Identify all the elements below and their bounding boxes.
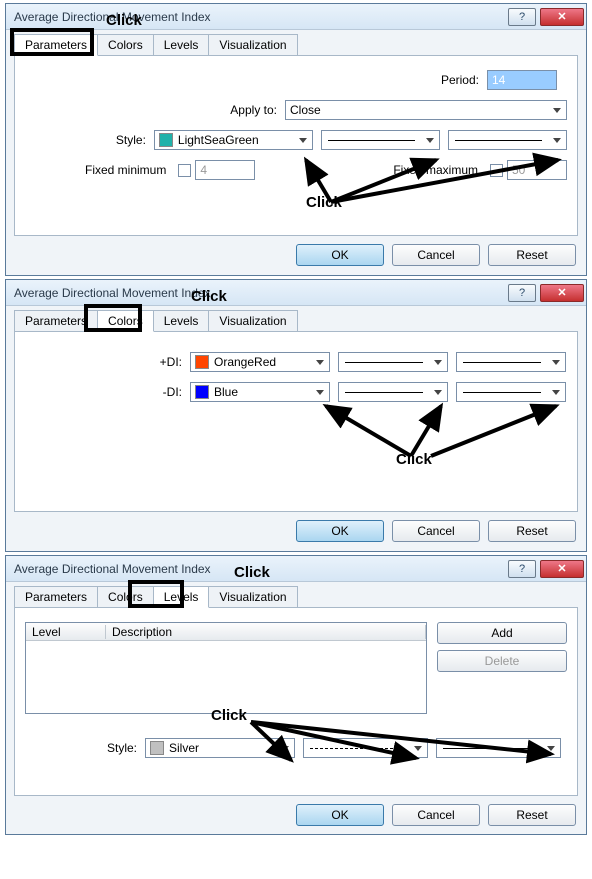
window-title: Average Directional Movement Index (14, 286, 506, 300)
delete-button: Delete (437, 650, 567, 672)
swatch-silver (150, 741, 164, 755)
levels-color-select[interactable]: Silver (145, 738, 295, 758)
apply-to-select[interactable]: Close (285, 100, 567, 120)
close-button[interactable]: ✕ (540, 8, 584, 26)
label-plus-di: +DI: (25, 355, 190, 369)
tabs: Parameters Colors Levels Visualization (14, 34, 578, 56)
style-color-select[interactable]: LightSeaGreen (154, 130, 313, 150)
dialog-colors: Average Directional Movement Index ? ✕ P… (5, 279, 587, 552)
swatch-blue (195, 385, 209, 399)
reset-button[interactable]: Reset (488, 520, 576, 542)
tab-visualization[interactable]: Visualization (208, 586, 297, 607)
label-apply-to: Apply to: (25, 103, 285, 117)
button-row: OK Cancel Reset (14, 796, 578, 826)
close-button[interactable]: ✕ (540, 284, 584, 302)
levels-width-select[interactable] (436, 738, 561, 758)
ok-button[interactable]: OK (296, 244, 384, 266)
tab-colors[interactable]: Colors (97, 310, 154, 332)
button-row: OK Cancel Reset (14, 236, 578, 266)
tabs: Parameters Colors Levels Visualization (14, 310, 578, 332)
plus-di-line-select[interactable] (338, 352, 448, 372)
button-row: OK Cancel Reset (14, 512, 578, 542)
plus-di-color-select[interactable]: OrangeRed (190, 352, 330, 372)
swatch-lightseagreen (159, 133, 173, 147)
minus-di-width-select[interactable] (456, 382, 566, 402)
window-title: Average Directional Movement Index (14, 562, 506, 576)
ok-button[interactable]: OK (296, 804, 384, 826)
col-level: Level (26, 625, 106, 639)
tab-colors[interactable]: Colors (97, 586, 154, 607)
label-period: Period: (441, 73, 487, 87)
tab-levels[interactable]: Levels (153, 310, 210, 331)
tab-levels[interactable]: Levels (153, 586, 210, 608)
titlebar: Average Directional Movement Index ? ✕ (6, 280, 586, 306)
add-button[interactable]: Add (437, 622, 567, 644)
label-style: Style: (25, 133, 154, 147)
plus-di-width-select[interactable] (456, 352, 566, 372)
fixed-min-checkbox[interactable] (178, 164, 191, 177)
label-fixed-max: Fixed maximum (393, 163, 486, 177)
cancel-button[interactable]: Cancel (392, 804, 480, 826)
fixed-max-checkbox[interactable] (490, 164, 503, 177)
cancel-button[interactable]: Cancel (392, 520, 480, 542)
tab-parameters[interactable]: Parameters (14, 34, 98, 56)
levels-line-select[interactable] (303, 738, 428, 758)
reset-button[interactable]: Reset (488, 244, 576, 266)
close-button[interactable]: ✕ (540, 560, 584, 578)
fixed-max-input (507, 160, 567, 180)
tabs: Parameters Colors Levels Visualization (14, 586, 578, 608)
tab-visualization[interactable]: Visualization (208, 310, 297, 331)
label-minus-di: -DI: (25, 385, 190, 399)
dialog-levels: Average Directional Movement Index ? ✕ P… (5, 555, 587, 835)
window-title: Average Directional Movement Index (14, 10, 506, 24)
tab-parameters[interactable]: Parameters (14, 310, 98, 331)
levels-listbox[interactable]: Level Description (25, 622, 427, 714)
label-style: Style: (25, 741, 145, 755)
cancel-button[interactable]: Cancel (392, 244, 480, 266)
titlebar: Average Directional Movement Index ? ✕ (6, 4, 586, 30)
help-button[interactable]: ? (508, 8, 536, 26)
swatch-orangered (195, 355, 209, 369)
tab-colors[interactable]: Colors (97, 34, 154, 55)
ok-button[interactable]: OK (296, 520, 384, 542)
period-input[interactable] (487, 70, 557, 90)
tab-parameters[interactable]: Parameters (14, 586, 98, 607)
tab-visualization[interactable]: Visualization (208, 34, 297, 55)
fixed-min-input (195, 160, 255, 180)
minus-di-line-select[interactable] (338, 382, 448, 402)
dialog-parameters: Average Directional Movement Index ? ✕ P… (5, 3, 587, 276)
style-line-select[interactable] (321, 130, 440, 150)
label-fixed-min: Fixed minimum (85, 163, 174, 177)
help-button[interactable]: ? (508, 560, 536, 578)
style-width-select[interactable] (448, 130, 567, 150)
minus-di-color-select[interactable]: Blue (190, 382, 330, 402)
tab-levels[interactable]: Levels (153, 34, 210, 55)
col-description: Description (106, 625, 426, 639)
reset-button[interactable]: Reset (488, 804, 576, 826)
help-button[interactable]: ? (508, 284, 536, 302)
titlebar: Average Directional Movement Index ? ✕ (6, 556, 586, 582)
